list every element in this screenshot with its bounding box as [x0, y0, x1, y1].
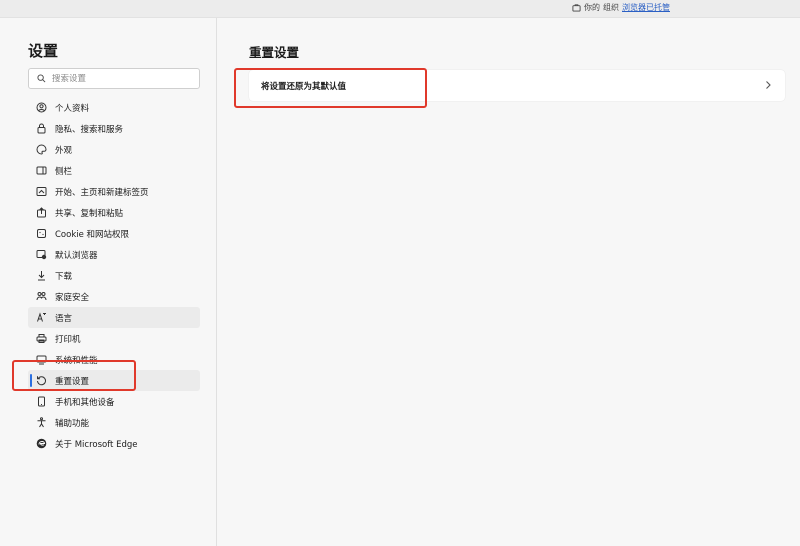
- sidebar-item-label: 重置设置: [55, 376, 90, 387]
- sidebar-item-label: 开始、主页和新建标签页: [55, 187, 149, 198]
- sidebar-item-family[interactable]: 家庭安全: [28, 286, 200, 307]
- sidebar-item-label: Cookie 和网站权限: [55, 229, 130, 240]
- sidebar-item-language[interactable]: 语言: [28, 307, 200, 328]
- reset-icon: [36, 375, 47, 386]
- sidebar-item-label: 语言: [55, 313, 73, 324]
- download-icon: [36, 270, 47, 281]
- sidebar-item-reset[interactable]: 重置设置: [28, 370, 200, 391]
- restore-defaults-row[interactable]: 将设置还原为其默认值: [249, 70, 785, 101]
- restore-defaults-label: 将设置还原为其默认值: [261, 81, 347, 92]
- sidebar-item-system[interactable]: 系统和性能: [28, 349, 200, 370]
- sidebar-item-cookie[interactable]: Cookie 和网站权限: [28, 223, 200, 244]
- sidebar-item-profile[interactable]: 个人资料: [28, 97, 200, 118]
- family-icon: [36, 291, 47, 302]
- browser-icon: [36, 249, 47, 260]
- sidebar-item-palette[interactable]: 外观: [28, 139, 200, 160]
- search-input[interactable]: [52, 73, 192, 84]
- sidebar-nav: 个人资料隐私、搜索和服务 外观侧栏开始、主页和新建标签页 共享、复制和粘贴 Cooki…: [28, 97, 200, 454]
- sidebar-item-label: 家庭安全: [55, 292, 90, 303]
- top-bar: 你的 组织 浏览器已托管: [0, 0, 800, 18]
- sidebar-item-share[interactable]: 共享、复制和粘贴: [28, 202, 200, 223]
- sidebar-item-label: 隐私、搜索和服务: [55, 124, 124, 135]
- sidebar-item-sidebar[interactable]: 侧栏: [28, 160, 200, 181]
- sidebar-item-label: 共享、复制和粘贴: [55, 208, 124, 219]
- managed-prefix: 你的: [584, 3, 600, 12]
- sidebar-item-accessibility[interactable]: 辅助功能: [28, 412, 200, 433]
- managed-notice: 你的 组织 浏览器已托管: [572, 2, 670, 13]
- sidebar-item-home-tab[interactable]: 开始、主页和新建标签页: [28, 181, 200, 202]
- phone-icon: [36, 396, 47, 407]
- settings-sidebar: 设置 个人资料隐私、搜索和服务外观侧栏开始、主页和新建标签页共享、复制和粘贴 Co…: [0, 18, 217, 546]
- chevron-right-icon: [766, 81, 771, 89]
- sidebar-icon: [36, 165, 47, 176]
- sidebar-item-label: 辅助功能: [55, 418, 90, 429]
- sidebar-item-download[interactable]: 下载: [28, 265, 200, 286]
- sidebar-item-edge-logo[interactable]: 关于 Microsoft Edge: [28, 433, 200, 454]
- home-tab-icon: [36, 186, 47, 197]
- sidebar-item-lock[interactable]: 隐私、搜索和服务: [28, 118, 200, 139]
- search-box[interactable]: [28, 68, 200, 89]
- system-icon: [36, 354, 47, 365]
- sidebar-item-label: 系统和性能: [55, 355, 98, 366]
- briefcase-icon: [572, 4, 581, 12]
- language-icon: [36, 312, 47, 323]
- profile-icon: [36, 102, 47, 113]
- edge-logo-icon: [36, 438, 47, 449]
- sidebar-item-label: 外观: [55, 145, 73, 156]
- sidebar-item-phone[interactable]: 手机和其他设备: [28, 391, 200, 412]
- managed-link[interactable]: 浏览器已托管: [622, 2, 670, 13]
- managed-org: 组织: [603, 3, 619, 12]
- sidebar-item-printer[interactable]: 打印机: [28, 328, 200, 349]
- lock-icon: [36, 123, 47, 134]
- sidebar-item-label: 个人资料: [55, 103, 90, 114]
- accessibility-icon: [36, 417, 47, 428]
- sidebar-title: 设置: [28, 42, 59, 60]
- page-title: 重置设置: [249, 45, 300, 60]
- palette-icon: [36, 144, 47, 155]
- share-icon: [36, 207, 47, 218]
- search-icon: [37, 74, 46, 83]
- sidebar-item-label: 手机和其他设备: [55, 397, 115, 408]
- printer-icon: [36, 333, 47, 344]
- sidebar-item-browser[interactable]: 默认浏览器: [28, 244, 200, 265]
- cookie-icon: [36, 228, 47, 239]
- sidebar-item-label: 打印机: [55, 334, 81, 345]
- sidebar-item-label: 侧栏: [55, 166, 73, 177]
- sidebar-item-label: 下载: [55, 271, 73, 282]
- sidebar-item-label: 关于 Microsoft Edge: [55, 439, 138, 450]
- sidebar-item-label: 默认浏览器: [55, 250, 98, 261]
